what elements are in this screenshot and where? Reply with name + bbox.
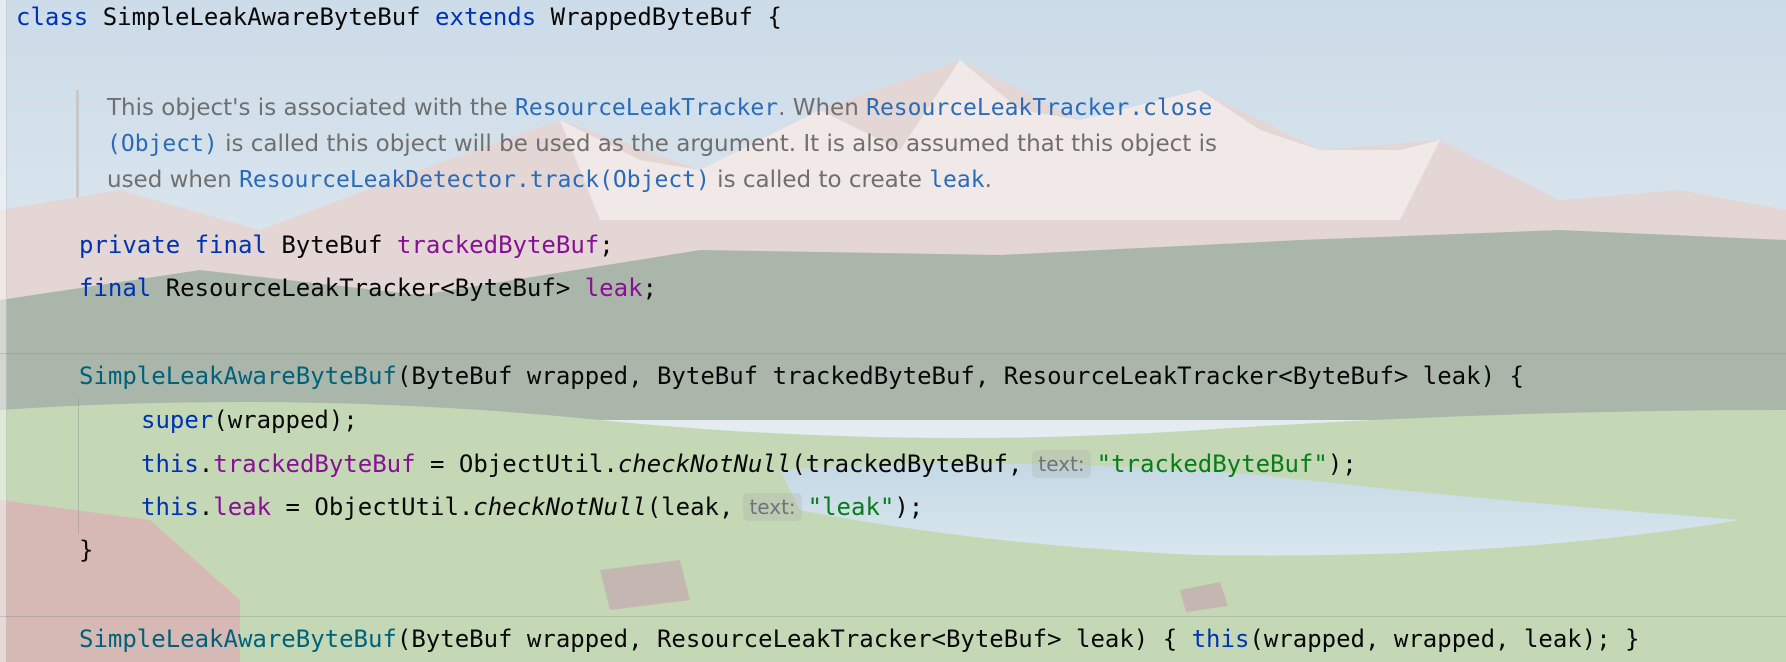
keyword-final: final [194, 231, 267, 259]
keyword-extends: extends [435, 3, 537, 31]
javadoc-link-leak[interactable]: leak [929, 167, 984, 193]
keyword-class: class [16, 3, 89, 31]
call-args: (trackedByteBuf, [791, 450, 1023, 478]
super-call-line: super(wrapped); [141, 405, 358, 435]
javadoc-text: is called this object will be used as th… [217, 131, 1217, 157]
javadoc-link-detector-track[interactable]: ResourceLeakDetector.track(Object) [239, 167, 710, 193]
constructor-name: SimpleLeakAwareByteBuf [79, 362, 397, 390]
rendered-javadoc: This object's is associated with the Res… [76, 90, 1367, 198]
parent-class-name: WrappedByteBuf [550, 3, 753, 31]
semicolon: ; [642, 274, 657, 302]
constructor-params: (ByteBuf wrapped, ResourceLeakTracker<By… [396, 625, 1192, 653]
constructor-1-close: } [79, 535, 93, 565]
keyword-this: this [1191, 625, 1250, 653]
static-method-call: checkNotNull [473, 493, 647, 521]
dot: . [198, 493, 214, 521]
javadoc-line-2: (Object) is called this object will be u… [107, 126, 1367, 162]
field-leak-line: final ResourceLeakTracker<ByteBuf> leak; [79, 273, 657, 303]
field-ref: leak [213, 493, 272, 521]
javadoc-line-1: This object's is associated with the Res… [107, 90, 1367, 126]
javadoc-text: is called to create [709, 167, 930, 193]
constructor-params: (ByteBuf wrapped, ByteBuf trackedByteBuf… [396, 362, 1524, 390]
super-args: (wrapped); [213, 406, 358, 434]
method-separator [0, 616, 1786, 617]
assign-leak-line: this.leak = ObjectUtil.checkNotNull(leak… [141, 492, 923, 522]
constructor-1-signature: SimpleLeakAwareByteBuf(ByteBuf wrapped, … [79, 361, 1524, 391]
assign-expr: = ObjectUtil. [415, 450, 618, 478]
javadoc-line-3: used when ResourceLeakDetector.track(Obj… [107, 162, 1367, 198]
keyword-private: private [79, 231, 181, 259]
keyword-this: this [141, 450, 199, 478]
javadoc-text: used when [107, 167, 240, 193]
statement-end: ); [894, 493, 924, 521]
keyword-this: this [141, 493, 199, 521]
close-brace: } [79, 536, 94, 564]
statement-end: ); [1327, 450, 1357, 478]
class-name: SimpleLeakAwareByteBuf [102, 3, 421, 31]
class-declaration: class SimpleLeakAwareByteBuf extends Wra… [16, 2, 782, 32]
parameter-name-hint: text: [1032, 450, 1091, 478]
code-editor[interactable]: class SimpleLeakAwareByteBuf extends Wra… [0, 0, 1786, 662]
constructor-name: SimpleLeakAwareByteBuf [79, 625, 397, 653]
field-type: ByteBuf [281, 231, 383, 259]
keyword-final: final [79, 274, 152, 302]
open-brace: { [752, 3, 782, 31]
constructor-2-line: SimpleLeakAwareByteBuf(ByteBuf wrapped, … [79, 624, 1640, 654]
semicolon: ; [599, 231, 614, 259]
assign-expr: = ObjectUtil. [271, 493, 474, 521]
method-separator [0, 353, 1786, 354]
keyword-super: super [141, 406, 214, 434]
javadoc-link-tracker-close-args[interactable]: (Object) [107, 131, 218, 157]
javadoc-link-tracker-close[interactable]: ResourceLeakTracker.close [866, 95, 1212, 121]
string-literal: "leak" [807, 493, 895, 521]
field-trackedbytebuf-line: private final ByteBuf trackedByteBuf; [79, 230, 614, 260]
field-name: trackedByteBuf [396, 231, 600, 259]
field-type: ResourceLeakTracker<ByteBuf> [165, 274, 571, 302]
indent-guide [78, 398, 79, 534]
javadoc-link-resourceleaktracker[interactable]: ResourceLeakTracker [515, 95, 778, 121]
javadoc-text: . [984, 167, 992, 193]
field-ref: trackedByteBuf [213, 450, 416, 478]
field-name: leak [584, 274, 643, 302]
javadoc-text: This object's is associated with the [107, 95, 515, 121]
string-literal: "trackedByteBuf" [1096, 450, 1328, 478]
this-call-args: (wrapped, wrapped, leak); } [1249, 625, 1640, 653]
call-args: (leak, [646, 493, 734, 521]
static-method-call: checkNotNull [617, 450, 792, 478]
assign-trackedbytebuf-line: this.trackedByteBuf = ObjectUtil.checkNo… [141, 449, 1357, 479]
dot: . [198, 450, 214, 478]
javadoc-text: . When [778, 95, 867, 121]
parameter-name-hint: text: [743, 493, 802, 521]
